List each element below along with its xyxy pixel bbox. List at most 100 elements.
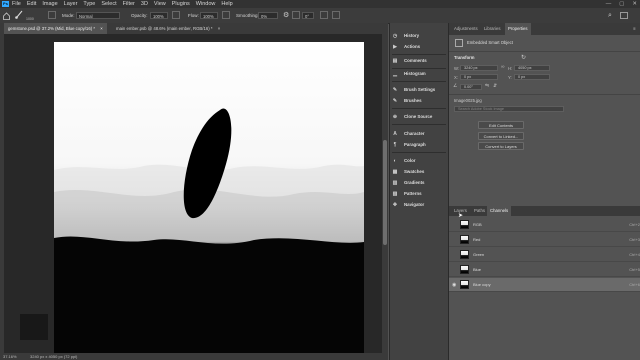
- channel-row-blue[interactable]: Blue Ctrl+5: [449, 263, 640, 277]
- panel-character[interactable]: A Character: [390, 129, 448, 139]
- panel-swatches[interactable]: ▦ Swatches: [390, 167, 448, 177]
- channel-name: Blue: [473, 267, 482, 272]
- panel-brush-settings[interactable]: ✎ Brush Settings: [390, 85, 448, 95]
- angle-icon[interactable]: [292, 11, 300, 19]
- flip-horizontal-icon[interactable]: ⇋: [485, 83, 489, 89]
- panel-actions[interactable]: ▶ Actions: [390, 42, 448, 52]
- channel-row-blue-copy[interactable]: ◉ Blue copy Ctrl+6: [449, 278, 640, 292]
- tab-adjustments[interactable]: Adjustments: [451, 23, 481, 35]
- tab-main-ember-label: main ember.psb @ 48.6% (main ember, RGB/…: [116, 26, 213, 31]
- visibility-eye-icon[interactable]: ◉: [452, 282, 456, 288]
- tab-main-ember[interactable]: main ember.psb @ 48.6% (main ember, RGB/…: [112, 23, 224, 34]
- panel-clone-source[interactable]: ⊕ Clone Source: [390, 112, 448, 122]
- opacity-field[interactable]: 100%: [150, 12, 168, 19]
- pressure-opacity-icon[interactable]: [172, 11, 180, 19]
- document-canvas[interactable]: [54, 42, 364, 353]
- maximize-button[interactable]: ▢: [619, 0, 624, 8]
- flip-vertical-icon[interactable]: ⇵: [493, 83, 497, 89]
- menu-window[interactable]: Window: [196, 0, 216, 8]
- pressure-size-icon[interactable]: [320, 11, 328, 19]
- panel-gradients[interactable]: ▥ Gradients: [390, 178, 448, 188]
- swatches-icon: ▦: [392, 169, 398, 175]
- photoshop-logo-icon[interactable]: Ps: [2, 1, 9, 7]
- y-field[interactable]: 0 px: [514, 74, 550, 80]
- home-icon[interactable]: [3, 11, 10, 20]
- panel-paragraph[interactable]: ¶ Paragraph: [390, 140, 448, 150]
- menu-list: File Edit Image Layer Type Select Filter…: [12, 0, 233, 8]
- panel-navigator[interactable]: ✥ Navigator: [390, 200, 448, 210]
- tab-main-ember-close-icon[interactable]: ×: [218, 26, 221, 31]
- window-controls: — ▢ ✕: [606, 0, 637, 8]
- menu-layer[interactable]: Layer: [64, 0, 78, 8]
- rotation-field[interactable]: 0.00°: [460, 84, 482, 90]
- smoothing-field[interactable]: 0%: [258, 12, 278, 19]
- brush-panel-toggle-icon[interactable]: [48, 11, 56, 19]
- menu-help[interactable]: Help: [221, 0, 232, 8]
- convert-to-layers-button[interactable]: Convert to Layers: [478, 142, 524, 150]
- brush-settings-icon: ✎: [392, 87, 398, 93]
- menu-image[interactable]: Image: [42, 0, 57, 8]
- menu-select[interactable]: Select: [101, 0, 116, 8]
- tab-channels[interactable]: Channels: [487, 206, 512, 216]
- minimize-button[interactable]: —: [606, 0, 612, 8]
- x-field[interactable]: 0 px: [460, 74, 498, 80]
- panel-histogram[interactable]: ▁ Histogram: [390, 69, 448, 79]
- width-field[interactable]: 3240 px: [460, 65, 498, 71]
- convert-to-linked-button[interactable]: Convert to Linked...: [478, 132, 524, 140]
- channel-name: RGB: [473, 222, 482, 227]
- panel-brushes[interactable]: ✎ Brushes: [390, 96, 448, 106]
- channel-shortcut: Ctrl+6: [629, 282, 640, 287]
- tab-gemstone[interactable]: gemstone.psd @ 37.2% (Mid, Blue copy/16)…: [4, 23, 107, 34]
- menu-filter[interactable]: Filter: [123, 0, 135, 8]
- tab-libraries[interactable]: Libraries: [481, 23, 503, 35]
- menu-plugins[interactable]: Plugins: [172, 0, 190, 8]
- channel-shortcut: Ctrl+3: [629, 237, 640, 242]
- channel-row-rgb[interactable]: RGB Ctrl+2: [449, 218, 640, 232]
- reset-transform-icon[interactable]: ↻: [521, 54, 526, 61]
- menu-type[interactable]: Type: [83, 0, 95, 8]
- panel-color[interactable]: ◐ Color: [390, 156, 448, 166]
- brush-tool-icon[interactable]: [13, 10, 25, 21]
- options-bar: 1000 Mode: Normal Opacity: 100% Flow: 10…: [0, 8, 640, 24]
- h-label: H:: [508, 66, 513, 71]
- flow-field[interactable]: 100%: [200, 12, 218, 19]
- panel-comments[interactable]: ▤ Comments: [390, 56, 448, 66]
- menu-3d[interactable]: 3D: [141, 0, 148, 8]
- canvas-area[interactable]: [4, 34, 382, 353]
- workspace-icon[interactable]: [620, 12, 628, 19]
- scrollbar-thumb[interactable]: [383, 140, 387, 245]
- height-field[interactable]: 4050 px: [514, 65, 550, 71]
- channel-thumbnail: [460, 220, 469, 229]
- tab-gemstone-close-icon[interactable]: ×: [100, 26, 103, 31]
- menu-file[interactable]: File: [12, 0, 21, 8]
- layer-type-label: Embedded Smart Object: [467, 40, 513, 45]
- gear-icon[interactable]: ⚙: [283, 8, 289, 23]
- brush-size-label[interactable]: 1000: [26, 17, 34, 22]
- w-label: W:: [454, 66, 460, 71]
- channel-shortcut: Ctrl+4: [629, 252, 640, 257]
- channel-row-red[interactable]: Red Ctrl+3: [449, 233, 640, 247]
- panel-patterns[interactable]: ▧ Patterns: [390, 189, 448, 199]
- layers-panel-tabs: Layers Paths Channels: [449, 206, 640, 216]
- edit-contents-button[interactable]: Edit Contents: [478, 121, 524, 129]
- panel-menu-icon[interactable]: ≡: [630, 23, 639, 35]
- menu-view[interactable]: View: [154, 0, 166, 8]
- tab-properties[interactable]: Properties: [505, 23, 531, 35]
- channel-row-green[interactable]: Green Ctrl+4: [449, 248, 640, 262]
- symmetry-icon[interactable]: [332, 11, 340, 19]
- stock-search-field[interactable]: Search Adobe Stock Image: [454, 106, 564, 112]
- properties-panel: Embedded Smart Object Transform ↻ W: 324…: [449, 35, 640, 205]
- search-icon[interactable]: ⌕: [608, 8, 612, 23]
- mode-dropdown[interactable]: Normal: [76, 12, 120, 19]
- menu-edit[interactable]: Edit: [27, 0, 36, 8]
- channel-thumbnail: [460, 280, 469, 289]
- document-size: 3240 px x 4050 px (72 ppi): [30, 354, 78, 359]
- panel-history[interactable]: ◷ History: [390, 31, 448, 41]
- tab-paths[interactable]: Paths: [471, 206, 488, 216]
- close-window-button[interactable]: ✕: [632, 0, 637, 8]
- brushes-icon: ✎: [392, 98, 398, 104]
- zoom-level[interactable]: 37.16%: [3, 353, 17, 360]
- airbrush-icon[interactable]: [222, 11, 230, 19]
- link-icon[interactable]: ∞: [501, 64, 505, 70]
- brush-angle-field[interactable]: 0°: [302, 12, 314, 19]
